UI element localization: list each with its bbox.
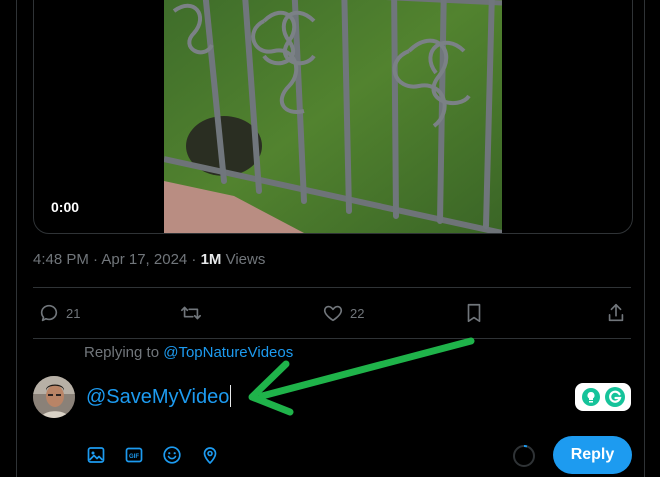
bookmark-icon <box>467 303 481 323</box>
reply-text-value: @SaveMyVideo <box>86 386 230 408</box>
views-count: 1M <box>200 251 222 268</box>
retweet-action-button[interactable] <box>179 302 203 324</box>
video-frame[interactable] <box>164 0 502 233</box>
reply-text-input[interactable]: @SaveMyVideo <box>86 385 232 409</box>
gif-icon: GIF <box>125 447 143 463</box>
like-action-button[interactable]: 22 <box>322 302 364 324</box>
grammarly-widget[interactable] <box>575 383 631 411</box>
actions-divider <box>33 338 631 339</box>
character-count-ring <box>512 444 536 468</box>
image-icon <box>87 447 105 463</box>
replying-to-line: Replying to @TopNatureVideos <box>84 344 293 361</box>
comment-bubble-icon <box>40 304 58 322</box>
bookmark-action-button[interactable] <box>464 302 484 324</box>
location-button[interactable] <box>200 445 220 465</box>
share-upload-icon <box>608 303 624 322</box>
lightbulb-icon <box>581 388 600 406</box>
reply-count: 21 <box>66 305 81 321</box>
progress-ring-icon <box>513 444 535 467</box>
emoji-icon <box>163 446 181 464</box>
replying-handle-link[interactable]: @TopNatureVideos <box>163 344 293 361</box>
heart-icon <box>323 305 343 322</box>
replying-prefix: Replying to <box>84 344 164 361</box>
grammarly-logo-icon <box>604 387 625 407</box>
media-button[interactable] <box>86 445 106 465</box>
views-label: Views <box>221 251 266 268</box>
timeline-right-border <box>644 0 645 477</box>
share-action-button[interactable] <box>606 302 626 324</box>
avatar[interactable] <box>33 376 75 418</box>
text-caret <box>230 385 232 407</box>
video-player[interactable]: 0:00 <box>33 0 633 234</box>
location-pin-icon <box>203 447 217 464</box>
meta-divider <box>33 287 631 288</box>
tweet-timestamp-views: 4:48 PM · Apr 17, 2024 · 1M Views <box>33 251 265 268</box>
timeline-left-border <box>16 0 17 477</box>
like-count: 22 <box>350 305 365 321</box>
retweet-icon <box>181 306 201 320</box>
reply-action-button[interactable]: 21 <box>38 302 80 324</box>
gif-button[interactable]: GIF <box>124 445 144 465</box>
emoji-button[interactable] <box>162 445 182 465</box>
tweet-time-date[interactable]: 4:48 PM · Apr 17, 2024 · <box>33 251 201 268</box>
user-avatar-image <box>33 376 75 418</box>
video-thumbnail-image <box>164 0 502 233</box>
video-elapsed-time: 0:00 <box>51 199 80 215</box>
svg-text:GIF: GIF <box>129 454 139 460</box>
reply-submit-button[interactable]: Reply <box>553 436 632 474</box>
